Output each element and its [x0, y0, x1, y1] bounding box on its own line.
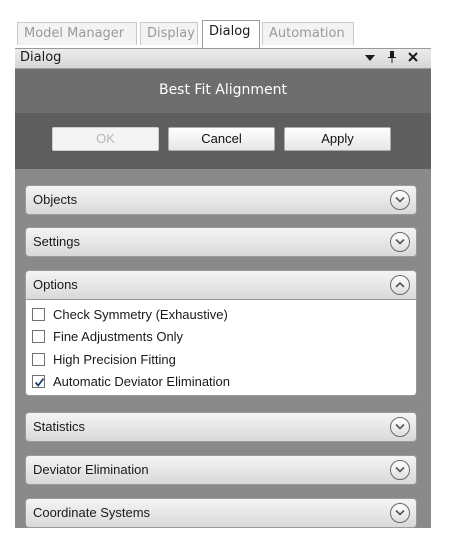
tab-dialog[interactable]: Dialog	[202, 20, 260, 48]
section-label: Statistics	[33, 419, 86, 434]
checkbox[interactable]	[32, 330, 45, 343]
sections-area: Objects Settings Options Check Symmetry …	[15, 169, 431, 528]
options-list: Check Symmetry (Exhaustive) Fine Adjustm…	[25, 300, 417, 396]
checkmark-icon	[34, 377, 45, 387]
section-objects[interactable]: Objects	[25, 185, 417, 215]
dialog-window: Model Manager Display Dialog Automation …	[15, 14, 431, 528]
dialog-header: Best Fit Alignment	[15, 69, 431, 113]
tab-display[interactable]: Display	[140, 22, 198, 45]
option-label: Fine Adjustments Only	[53, 329, 184, 344]
section-statistics[interactable]: Statistics	[25, 412, 417, 442]
tab-automation[interactable]: Automation	[262, 22, 354, 45]
option-label: Automatic Deviator Elimination	[53, 374, 231, 389]
section-deviator-elimination[interactable]: Deviator Elimination	[25, 455, 417, 485]
chevron-down-icon[interactable]	[390, 232, 410, 252]
tab-strip: Model Manager Display Dialog Automation	[15, 14, 431, 48]
section-label: Options	[33, 277, 78, 292]
section-settings[interactable]: Settings	[25, 227, 417, 257]
section-options[interactable]: Options	[25, 270, 417, 300]
tab-model-manager[interactable]: Model Manager	[17, 22, 137, 45]
chevron-down-icon[interactable]	[390, 417, 410, 437]
chevron-up-icon[interactable]	[390, 275, 410, 295]
pin-icon[interactable]	[387, 50, 397, 67]
chevron-down-icon[interactable]	[390, 503, 410, 523]
cancel-button[interactable]: Cancel	[168, 127, 275, 151]
section-label: Settings	[33, 234, 80, 249]
apply-button[interactable]: Apply	[284, 127, 391, 151]
close-icon[interactable]	[407, 50, 419, 67]
section-label: Deviator Elimination	[33, 462, 149, 477]
panel-title-bar: Dialog	[15, 48, 431, 69]
option-label: High Precision Fitting	[53, 352, 176, 367]
checkbox-checked[interactable]	[32, 375, 45, 388]
ok-button[interactable]: OK	[52, 127, 159, 151]
section-label: Coordinate Systems	[33, 505, 151, 520]
dropdown-arrow-icon[interactable]	[365, 50, 375, 67]
section-coordinate-systems[interactable]: Coordinate Systems	[25, 498, 417, 528]
checkbox[interactable]	[32, 308, 45, 321]
button-bar: OK Cancel Apply	[15, 113, 431, 169]
section-label: Objects	[33, 192, 78, 207]
chevron-down-icon[interactable]	[390, 460, 410, 480]
panel-title: Dialog	[20, 50, 62, 65]
checkbox[interactable]	[32, 353, 45, 366]
chevron-down-icon[interactable]	[390, 190, 410, 210]
option-label: Check Symmetry (Exhaustive)	[53, 307, 228, 322]
